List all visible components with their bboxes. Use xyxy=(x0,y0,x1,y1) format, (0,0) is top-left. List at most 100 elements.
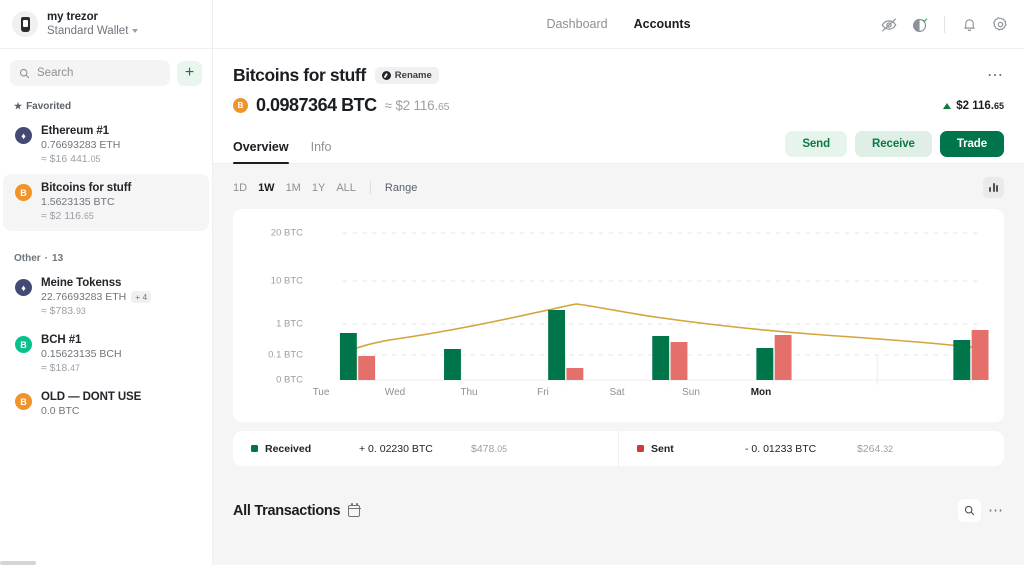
account-body: OLD — DONT USE 0.0 BTC xyxy=(41,391,141,417)
account-name: Bitcoins for stuff xyxy=(41,182,131,194)
account-actions: Send Receive Trade xyxy=(785,131,1004,163)
sidebar-item-old-dont-use[interactable]: B OLD — DONT USE 0.0 BTC xyxy=(3,383,209,426)
favorited-group-label: ★ Favorited xyxy=(0,95,212,117)
horizontal-scrollbar[interactable] xyxy=(0,561,36,565)
sidebar-item-ethereum-1[interactable]: ♦ Ethereum #1 0.76693283 ETH ≈ $16 441.0… xyxy=(3,117,209,174)
tab-overview[interactable]: Overview xyxy=(233,140,289,163)
top-navigation-bar: Dashboard Accounts xyxy=(213,0,1024,49)
group-spacer xyxy=(0,231,212,247)
sent-label-group: Sent xyxy=(637,443,745,455)
x-tick-label-tue: Tue xyxy=(313,387,330,398)
account-body: Bitcoins for stuff 1.5623135 BTC ≈ $2 11… xyxy=(41,182,131,222)
transactions-more-button[interactable]: ⋯ xyxy=(988,506,1004,515)
account-body: Ethereum #1 0.76693283 ETH ≈ $16 441.05 xyxy=(41,125,120,165)
bell-icon[interactable] xyxy=(960,15,979,34)
bar-group-fri xyxy=(652,336,687,380)
account-body: BCH #1 0.15623135 BCH ≈ $18.47 xyxy=(41,334,122,374)
range-1y[interactable]: 1Y xyxy=(312,182,325,194)
account-amount: 1.5623135 BTC xyxy=(41,196,131,208)
balance-chart[interactable]: 20 BTC 10 BTC 1 BTC 0.1 BTC 0 BTC xyxy=(233,209,1004,422)
other-group-label: Other · 13 xyxy=(0,247,212,269)
trade-button[interactable]: Trade xyxy=(940,131,1004,157)
account-amount: 0.15623135 BCH xyxy=(41,348,122,360)
tab-info[interactable]: Info xyxy=(311,140,332,163)
icon-divider xyxy=(944,16,945,33)
search-input[interactable]: Search xyxy=(10,60,170,86)
chart-range-selector: 1D 1W 1M 1Y ALL Range xyxy=(233,164,1004,209)
account-tabs: Overview Info Send Receive Trade xyxy=(213,129,1024,164)
range-1d[interactable]: 1D xyxy=(233,182,247,194)
balance-row: B 0.0987364 BTC ≈ $2 116.65 $2 116.65 xyxy=(233,95,1004,116)
triangle-up-icon xyxy=(943,103,951,109)
account-fiat: ≈ $18.47 xyxy=(41,362,122,374)
eth-coin-icon: ♦ xyxy=(15,127,32,144)
account-body: Meine Tokenss 22.76693283 ETH + 4 ≈ $783… xyxy=(41,277,151,317)
receive-button[interactable]: Receive xyxy=(855,131,932,157)
account-amount: 0.76693283 ETH xyxy=(41,139,120,151)
sidebar-item-meine-tokenss[interactable]: ♦ Meine Tokenss 22.76693283 ETH + 4 ≈ $7… xyxy=(3,269,209,326)
account-more-button[interactable]: ⋯ xyxy=(987,71,1004,81)
favorited-label: Favorited xyxy=(26,101,71,112)
wallet-text: my trezor Standard Wallet xyxy=(47,10,138,39)
btc-coin-icon: B xyxy=(233,98,248,113)
page-title: Bitcoins for stuff xyxy=(233,65,366,86)
account-header: Bitcoins for stuff Rename ⋯ B 0.0987364 … xyxy=(213,49,1024,116)
sidebar-item-bitcoins-for-stuff[interactable]: B Bitcoins for stuff 1.5623135 BTC ≈ $2 … xyxy=(3,174,209,231)
transactions-actions: ⋯ xyxy=(958,499,1004,522)
account-name: Ethereum #1 xyxy=(41,125,120,137)
delta-value: $2 116.65 xyxy=(956,100,1004,112)
btc-coin-icon: B xyxy=(15,184,32,201)
add-account-button[interactable]: + xyxy=(177,61,202,86)
x-tick-label-sun: Sun xyxy=(682,387,700,398)
received-amount: + 0. 02230 BTC xyxy=(359,443,471,455)
main-panel: Dashboard Accounts xyxy=(213,0,1024,565)
summary-received: Received + 0. 02230 BTC $478.05 xyxy=(233,431,618,466)
send-button[interactable]: Send xyxy=(785,131,847,157)
sidebar: my trezor Standard Wallet Search + ★ Fav… xyxy=(0,0,213,565)
search-icon xyxy=(964,505,975,516)
chart-summary: Received + 0. 02230 BTC $478.05 Sent - 0… xyxy=(233,431,1004,466)
star-icon: ★ xyxy=(14,101,22,112)
top-icon-group xyxy=(879,0,1010,49)
transactions-title: All Transactions xyxy=(233,503,340,519)
account-fiat: ≈ $783.93 xyxy=(41,305,151,317)
x-tick-label-mon: Mon xyxy=(751,387,772,398)
calendar-icon[interactable] xyxy=(348,505,360,517)
other-separator: · xyxy=(45,253,48,264)
bar-chart-icon[interactable] xyxy=(983,177,1004,198)
range-1m[interactable]: 1M xyxy=(286,182,301,194)
x-tick-label-sat: Sat xyxy=(609,387,624,398)
btc-coin-icon: B xyxy=(15,393,32,410)
search-icon xyxy=(19,68,30,79)
received-label: Received xyxy=(265,443,311,455)
range-picker-button[interactable]: Range xyxy=(385,182,417,194)
nav-accounts[interactable]: Accounts xyxy=(634,17,691,31)
account-amount: 22.76693283 ETH + 4 xyxy=(41,291,151,303)
wallet-type-label: Standard Wallet xyxy=(47,24,128,38)
account-fiat: ≈ $2 116.65 xyxy=(41,210,131,222)
sent-swatch-icon xyxy=(637,445,644,452)
bar-group-wed xyxy=(444,349,461,380)
trezor-device-icon xyxy=(12,11,38,37)
sidebar-item-bch-1[interactable]: B BCH #1 0.15623135 BCH ≈ $18.47 xyxy=(3,326,209,383)
other-count: 13 xyxy=(52,253,63,264)
eye-off-icon[interactable] xyxy=(879,15,898,34)
token-count-badge: + 4 xyxy=(131,291,151,303)
account-title-row: Bitcoins for stuff Rename ⋯ xyxy=(233,65,1004,86)
rename-button[interactable]: Rename xyxy=(375,67,439,84)
account-amount: 0.0 BTC xyxy=(41,405,141,417)
balance-delta: $2 116.65 xyxy=(943,100,1004,112)
gear-icon[interactable] xyxy=(991,15,1010,34)
wallet-selector[interactable]: my trezor Standard Wallet xyxy=(0,0,212,49)
x-tick-label-wed: Wed xyxy=(385,387,405,398)
transactions-search-button[interactable] xyxy=(958,499,981,522)
device-status-icon[interactable] xyxy=(910,15,929,34)
main-nav: Dashboard Accounts xyxy=(546,17,690,31)
app-root: my trezor Standard Wallet Search + ★ Fav… xyxy=(0,0,1024,565)
range-all[interactable]: ALL xyxy=(336,182,356,194)
wallet-type: Standard Wallet xyxy=(47,24,138,38)
overview-content: 1D 1W 1M 1Y ALL Range 20 BTC 10 BTC 1 BT… xyxy=(213,164,1024,565)
range-1w[interactable]: 1W xyxy=(258,182,275,194)
nav-dashboard[interactable]: Dashboard xyxy=(546,17,607,31)
sent-label: Sent xyxy=(651,443,674,455)
